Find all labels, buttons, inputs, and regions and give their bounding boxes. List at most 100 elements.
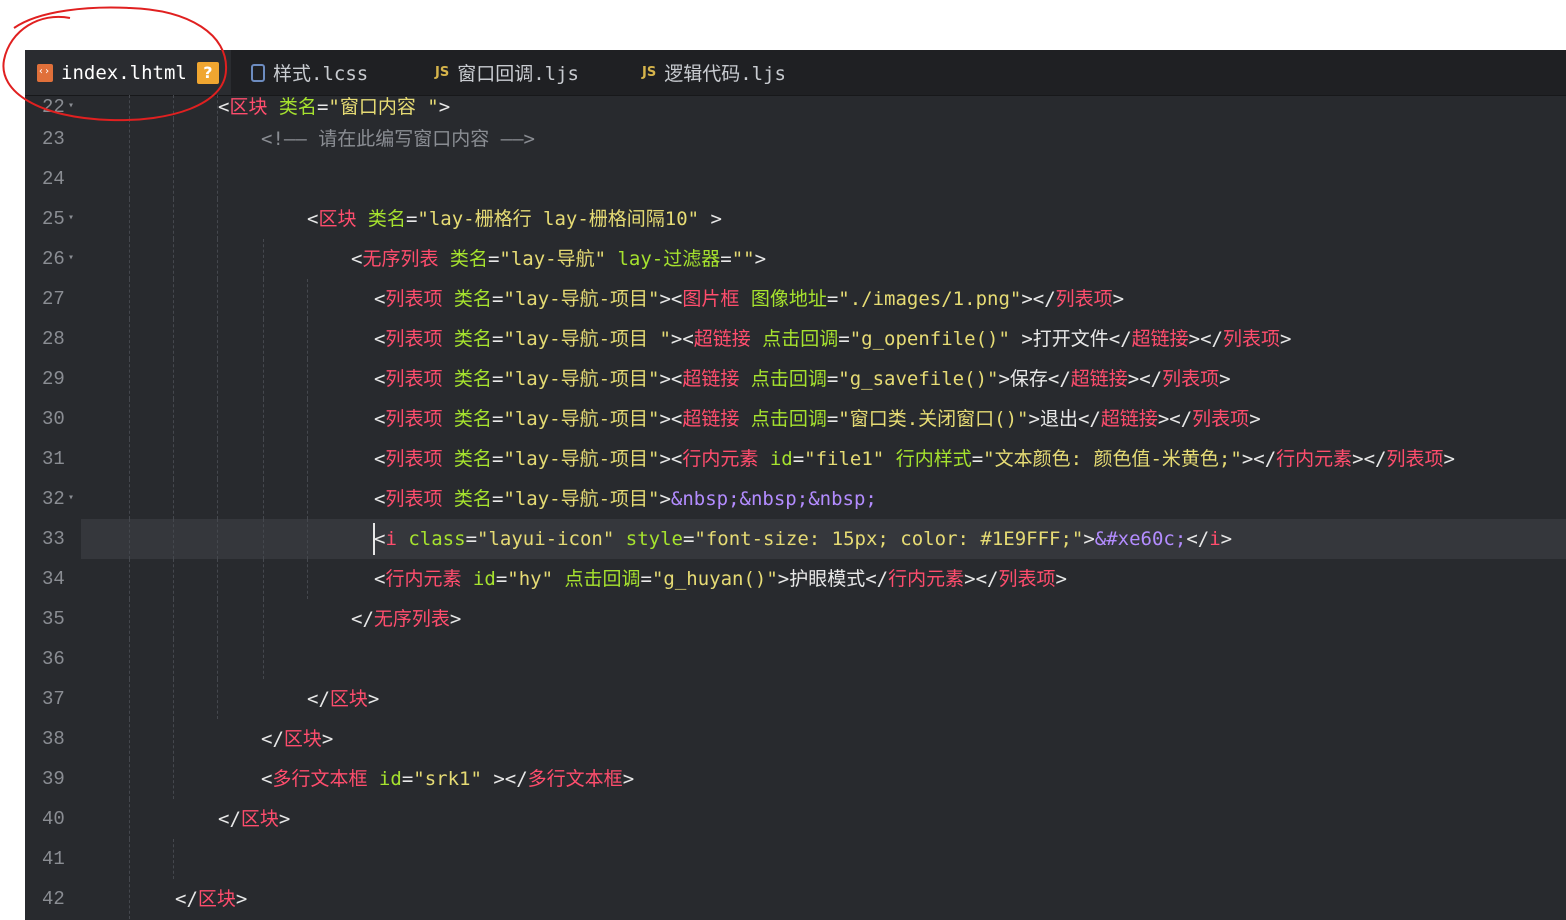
indent-guide (217, 199, 218, 239)
code-token: </ (261, 728, 284, 750)
indent-guide (307, 279, 308, 319)
code-token: style (625, 528, 683, 550)
code-line[interactable]: 33 <i class="layui-icon" style="font-size… (25, 519, 1566, 559)
code-token: = (316, 96, 329, 118)
code-token: "文本颜色: 颜色值-米黄色;" (983, 448, 1242, 470)
css-file-icon (251, 63, 265, 82)
tab-window-callback-ljs[interactable]: JS 窗口回调.ljs (435, 50, 579, 95)
line-number: 35 (42, 608, 65, 630)
code-token: > (278, 808, 291, 830)
indent-guide (129, 199, 130, 239)
code-line[interactable]: 25 ▾ <区块 类名="lay-栅格行 lay-栅格间隔10" > (25, 199, 1566, 239)
code-line[interactable]: 40 </区块> (25, 799, 1566, 839)
code-token: 类名 (278, 96, 317, 118)
code-token: 无序列表 (362, 248, 439, 270)
indent-guide (129, 95, 130, 119)
help-badge-icon[interactable]: ? (196, 61, 219, 84)
code-line[interactable]: 22 ▾ <区块 类名="窗口内容 "> (25, 95, 1566, 119)
indent-guide (263, 439, 264, 479)
code-token: = (491, 408, 504, 430)
code-area[interactable]: 22 ▾ <区块 类名="窗口内容 "> 23 <!—— 请在此编写窗口内容 ——> 24… (25, 95, 1566, 919)
code-line[interactable]: 29 <列表项 类名="lay-导航-项目"><超链接 点击回调="g_savef… (25, 359, 1566, 399)
code-token: = (487, 248, 500, 270)
code-line[interactable]: 32 ▾ <列表项 类名="lay-导航-项目">&nbsp;&nbsp;&nbsp… (25, 479, 1566, 519)
indent-guide (263, 519, 264, 559)
code-token: class (408, 528, 466, 550)
code-line[interactable]: 26 ▾ <无序列表 类名="lay-导航" lay-过滤器=""> (25, 239, 1566, 279)
code-token: = (682, 528, 695, 550)
code-line[interactable]: 39 <多行文本框 id="srk1" ></多行文本框> (25, 759, 1566, 799)
tab-label: 窗口回调.ljs (457, 63, 579, 85)
code-line[interactable]: 35 </无序列表> (25, 599, 1566, 639)
code-line[interactable]: 30 <列表项 类名="lay-导航-项目"><超链接 点击回调="窗口类.关闭窗… (25, 399, 1566, 439)
code-token: < (374, 288, 386, 310)
fold-arrow-icon[interactable]: ▾ (68, 479, 74, 519)
code-token: 点击回调 (750, 368, 827, 390)
code-token: 无序列表 (373, 608, 450, 630)
code-token: > (321, 728, 334, 750)
code-text: <行内元素 id="hy" 点击回调="g_huyan()">护眼模式</行内元… (374, 559, 1067, 599)
code-token: = (720, 248, 732, 270)
code-line[interactable]: 42 </区块> (25, 879, 1566, 919)
line-number: 38 (42, 728, 65, 750)
code-token: < (261, 768, 273, 790)
indent-guide (263, 399, 264, 439)
code-token: "./images/1.png" (838, 288, 1022, 310)
indent-guide (263, 239, 264, 279)
code-token: "lay-导航-项目" (503, 408, 660, 430)
code-text: <列表项 类名="lay-导航-项目 "><超链接 点击回调="g_openfi… (374, 319, 1291, 359)
fold-arrow-icon[interactable]: ▾ (68, 239, 74, 279)
code-line[interactable]: 31 <列表项 类名="lay-导航-项目"><行内元素 id="file1" 行… (25, 439, 1566, 479)
code-token: 列表项 (1192, 408, 1250, 430)
code-line[interactable]: 37 </区块> (25, 679, 1566, 719)
code-token: 区块 (197, 888, 236, 910)
fold-arrow-icon[interactable]: ▾ (68, 199, 74, 239)
code-line[interactable]: 27 <列表项 类名="lay-导航-项目"><图片框 图像地址="./image… (25, 279, 1566, 319)
indent-guide (173, 159, 174, 199)
code-token: 列表项 (385, 448, 443, 470)
code-token: = (971, 448, 984, 470)
code-token: = (491, 328, 504, 350)
indent-guide (129, 559, 130, 599)
code-token: "hy" (507, 568, 554, 590)
code-token: </ (307, 688, 330, 710)
code-line[interactable]: 28 <列表项 类名="lay-导航-项目 "><超链接 点击回调="g_open… (25, 319, 1566, 359)
code-token: </ (351, 608, 374, 630)
code-token: 超链接 (682, 368, 740, 390)
line-number: 39 (42, 768, 65, 790)
tab-logic-code-ljs[interactable]: JS 逻辑代码.ljs (642, 50, 786, 95)
code-line[interactable]: 36 (25, 639, 1566, 679)
code-token: ></ (1127, 368, 1163, 390)
fold-arrow-icon[interactable]: ▾ (68, 95, 74, 119)
code-token: ></ (1021, 288, 1056, 310)
line-number: 30 (42, 408, 65, 430)
html-file-icon (37, 63, 53, 82)
code-line[interactable]: 34 <行内元素 id="hy" 点击回调="g_huyan()">护眼模式</行… (25, 559, 1566, 599)
tab-style-lcss[interactable]: 样式.lcss (251, 50, 368, 95)
code-line[interactable]: 38 </区块> (25, 719, 1566, 759)
indent-guide (217, 679, 218, 719)
code-token: 区块 (283, 728, 322, 750)
code-line[interactable]: 41 (25, 839, 1566, 879)
code-token: < (374, 448, 386, 470)
indent-guide (129, 319, 130, 359)
code-token: > (699, 208, 722, 230)
code-token: ></ (964, 568, 999, 590)
code-token: 超链接 (1100, 408, 1158, 430)
indent-guide (217, 319, 218, 359)
code-line[interactable]: 24 (25, 159, 1566, 199)
tab-index-lhtml[interactable]: index.lhtml ? (25, 50, 231, 95)
code-text: </区块> (218, 799, 290, 839)
code-token: i (385, 528, 397, 550)
code-token: i (1209, 528, 1221, 550)
tab-label: 逻辑代码.ljs (664, 63, 786, 85)
indent-guide (129, 639, 130, 679)
code-line[interactable]: 23 <!—— 请在此编写窗口内容 ——> (25, 119, 1566, 159)
